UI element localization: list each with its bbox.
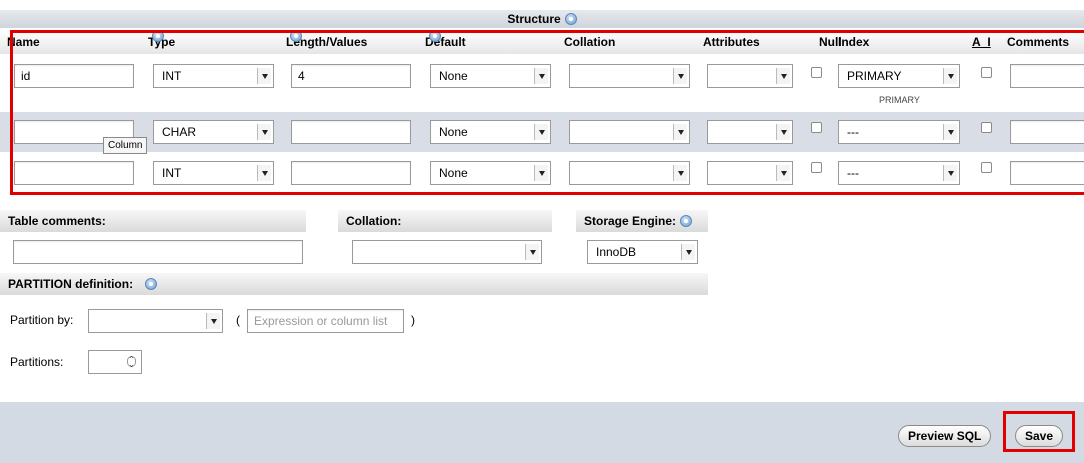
partitions-label: Partitions: xyxy=(10,355,64,369)
partition-definition-header: PARTITION definition: xyxy=(0,273,708,295)
partition-by-select[interactable] xyxy=(88,309,223,333)
partitions-stepper[interactable]: ⌃ ⌄ xyxy=(88,350,142,374)
partition-by-label: Partition by: xyxy=(10,313,74,327)
dropdown-arrow-icon xyxy=(681,244,695,260)
dropdown-arrow-icon xyxy=(206,313,220,329)
structure-title: Structure xyxy=(507,12,561,26)
preview-sql-button[interactable]: Preview SQL xyxy=(898,425,992,447)
stepper-arrows-icon: ⌃ ⌄ xyxy=(127,355,136,369)
paren-open: ( xyxy=(236,313,240,327)
help-icon[interactable] xyxy=(145,278,158,290)
help-icon[interactable] xyxy=(680,215,693,227)
collation-header: Collation: xyxy=(338,210,552,232)
storage-engine-header: Storage Engine: xyxy=(576,210,708,232)
storage-engine-select[interactable]: InnoDB xyxy=(587,240,698,264)
structure-title-bar: Structure xyxy=(0,10,1084,28)
table-comments-header: Table comments: xyxy=(0,210,306,232)
table-collation-select[interactable] xyxy=(352,240,542,264)
paren-close: ) xyxy=(411,313,415,327)
dropdown-arrow-icon xyxy=(525,244,539,260)
table-comments-input[interactable] xyxy=(13,240,303,264)
save-highlight xyxy=(1003,411,1075,452)
column-grid-highlight xyxy=(10,30,1084,195)
help-icon[interactable] xyxy=(564,13,577,25)
partition-expression-input[interactable]: Expression or column list xyxy=(247,309,404,333)
